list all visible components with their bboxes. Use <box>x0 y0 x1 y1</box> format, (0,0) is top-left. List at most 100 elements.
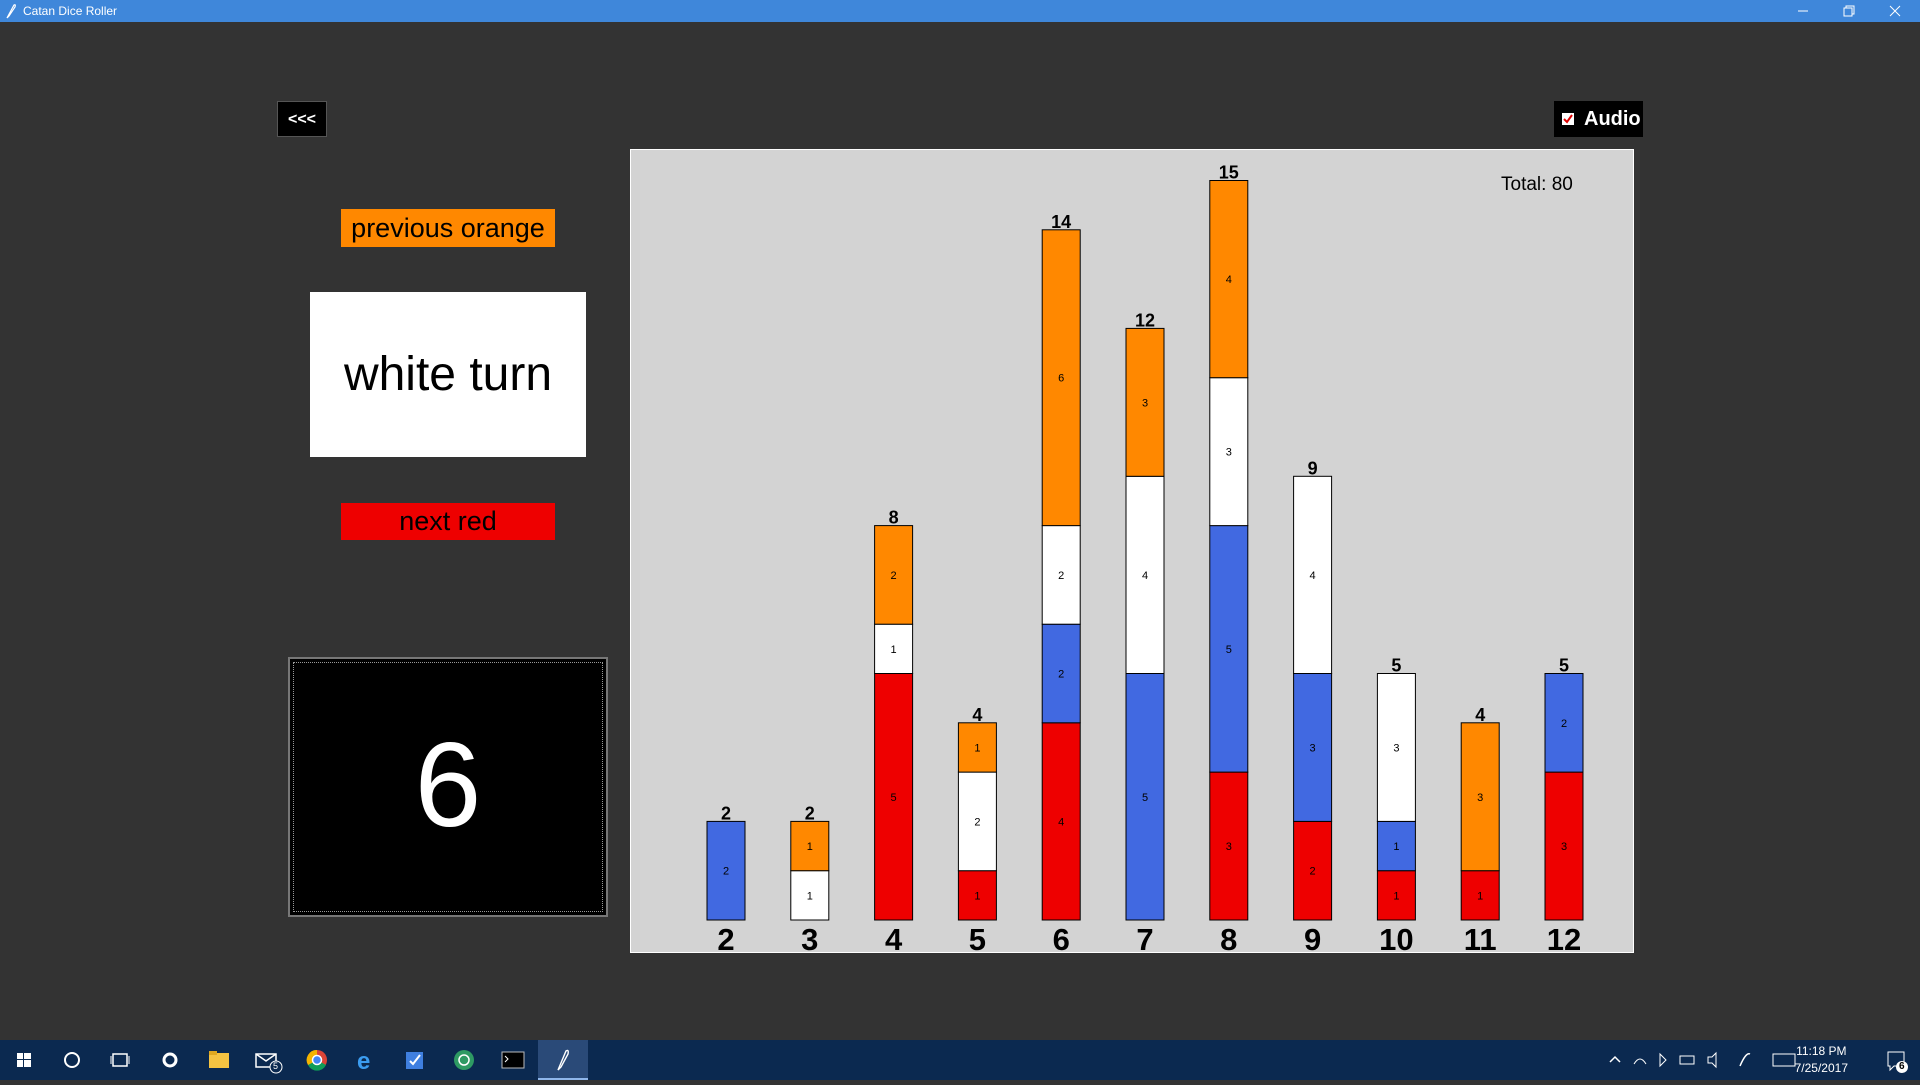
audio-label: Audio <box>1584 107 1641 130</box>
clock[interactable]: 11:18 PM 7/25/2017 <box>1795 1043 1848 1077</box>
audio-checkbox[interactable] <box>1562 113 1574 125</box>
taskbar-terminal[interactable] <box>489 1040 537 1080</box>
taskbar-settings[interactable] <box>146 1040 194 1080</box>
notification-badge: 6 <box>1899 1061 1905 1072</box>
title-bar: Catan Dice Roller <box>0 0 1920 22</box>
histogram-svg: 2221123512841214542261465431273534158234… <box>706 163 1584 957</box>
task-view-button[interactable] <box>96 1040 144 1080</box>
edge-icon: e <box>357 1048 370 1075</box>
bar-total-label: 2 <box>721 803 731 823</box>
action-center-button[interactable]: 6 <box>1872 1040 1920 1080</box>
taskbar-app-green[interactable] <box>440 1040 488 1080</box>
segment-count-label: 4 <box>1058 816 1064 828</box>
next-player-button[interactable]: next red <box>341 503 555 540</box>
close-button[interactable] <box>1872 0 1918 22</box>
bar-total-label: 8 <box>889 508 899 528</box>
segment-count-label: 2 <box>1058 669 1064 681</box>
taskbar: 5 e 11:18 PM 7/25/2017 6 <box>0 1040 1920 1080</box>
minimize-icon <box>1798 10 1808 12</box>
system-tray-icons[interactable] <box>1600 1040 1770 1080</box>
category-label: 5 <box>969 922 986 952</box>
category-label: 9 <box>1304 922 1321 952</box>
dice-roll-button[interactable]: 6 <box>288 657 608 917</box>
bar-total-label: 5 <box>1559 656 1569 676</box>
feather-icon <box>557 1049 569 1071</box>
taskbar-edge[interactable]: e <box>342 1040 390 1080</box>
bar-total-label: 15 <box>1219 163 1239 183</box>
pen-icon[interactable] <box>1739 1053 1751 1067</box>
wifi-icon[interactable] <box>1633 1058 1647 1065</box>
category-label: 7 <box>1136 922 1153 952</box>
segment-count-label: 2 <box>723 866 729 878</box>
segment-count-label: 1 <box>807 890 813 902</box>
roll-histogram: Total: 80 2 2 2 1 1 2 3 5 1 2 8 4 1 2 1 4 5 4 2 2 6 14 6 5 4 3 12 7… <box>630 149 1634 957</box>
battery-icon[interactable] <box>1679 1055 1695 1065</box>
segment-count-label: 2 <box>891 570 897 582</box>
segment-count-label: 1 <box>1477 890 1483 902</box>
taskbar-mail[interactable]: 5 <box>244 1040 292 1080</box>
taskbar-editor[interactable] <box>391 1040 439 1080</box>
taskbar-catan-dice-roller[interactable] <box>538 1040 588 1080</box>
segment-count-label: 3 <box>1142 397 1148 409</box>
segment-count-label: 1 <box>1393 890 1399 902</box>
dice-value: 6 <box>414 718 482 852</box>
segment-count-label: 1 <box>1393 841 1399 853</box>
gear-icon <box>162 1052 178 1068</box>
current-turn-display: white turn <box>310 292 586 457</box>
total-rolls-label: Total: 80 <box>1501 174 1573 195</box>
segment-count-label: 3 <box>1561 841 1567 853</box>
edit-icon <box>406 1052 423 1069</box>
back-button[interactable]: <<< <box>277 101 327 137</box>
windows-icon <box>17 1053 31 1067</box>
mail-badge: 5 <box>273 1061 279 1071</box>
audio-toggle[interactable]: Audio <box>1554 101 1643 137</box>
segment-count-label: 5 <box>891 792 897 804</box>
segment-count-label: 2 <box>1310 866 1316 878</box>
globe-icon <box>454 1050 474 1070</box>
bar-total-label: 4 <box>1475 705 1485 725</box>
bar-total-label: 12 <box>1135 310 1155 330</box>
segment-count-label: 2 <box>1561 718 1567 730</box>
segment-count-label: 3 <box>1226 447 1232 459</box>
bar-total-label: 2 <box>805 803 815 823</box>
bar-total-label: 9 <box>1308 458 1318 478</box>
chevron-up-icon[interactable] <box>1609 1055 1621 1063</box>
start-button[interactable] <box>0 1040 48 1080</box>
notification-icon <box>1887 1051 1908 1073</box>
volume-icon[interactable] <box>1707 1051 1717 1069</box>
clock-date: 7/25/2017 <box>1794 1061 1848 1075</box>
segment-count-label: 5 <box>1142 792 1148 804</box>
segment-count-label: 3 <box>1310 742 1316 754</box>
bar-total-label: 5 <box>1391 656 1401 676</box>
cortana-button[interactable] <box>48 1040 96 1080</box>
restore-button[interactable] <box>1826 0 1872 22</box>
segment-count-label: 1 <box>974 742 980 754</box>
close-icon <box>1889 5 1901 17</box>
category-label: 3 <box>801 922 818 952</box>
previous-player-button[interactable]: previous orange <box>341 209 555 247</box>
svg-text:e: e <box>357 1048 370 1075</box>
taskbar-chrome[interactable] <box>293 1040 341 1080</box>
segment-count-label: 2 <box>974 816 980 828</box>
taskbar-file-explorer[interactable] <box>195 1040 243 1080</box>
segment-count-label: 6 <box>1058 373 1064 385</box>
segment-count-label: 1 <box>974 890 980 902</box>
category-label: 11 <box>1464 922 1497 952</box>
category-label: 4 <box>885 922 903 952</box>
category-label: 10 <box>1379 922 1413 952</box>
category-label: 2 <box>717 922 734 952</box>
segment-count-label: 1 <box>891 644 897 656</box>
window-title: Catan Dice Roller <box>23 4 118 18</box>
bluetooth-icon[interactable] <box>1659 1052 1667 1068</box>
minimize-button[interactable] <box>1780 0 1826 22</box>
clock-time: 11:18 PM <box>1796 1044 1847 1058</box>
cortana-icon <box>64 1052 80 1068</box>
terminal-icon <box>501 1051 525 1069</box>
segment-count-label: 4 <box>1142 570 1148 582</box>
category-label: 8 <box>1220 922 1237 952</box>
mail-icon <box>255 1053 283 1074</box>
segment-count-label: 3 <box>1393 742 1399 754</box>
segment-count-label: 5 <box>1226 644 1232 656</box>
segment-count-label: 3 <box>1226 841 1232 853</box>
segment-count-label: 4 <box>1226 274 1232 286</box>
